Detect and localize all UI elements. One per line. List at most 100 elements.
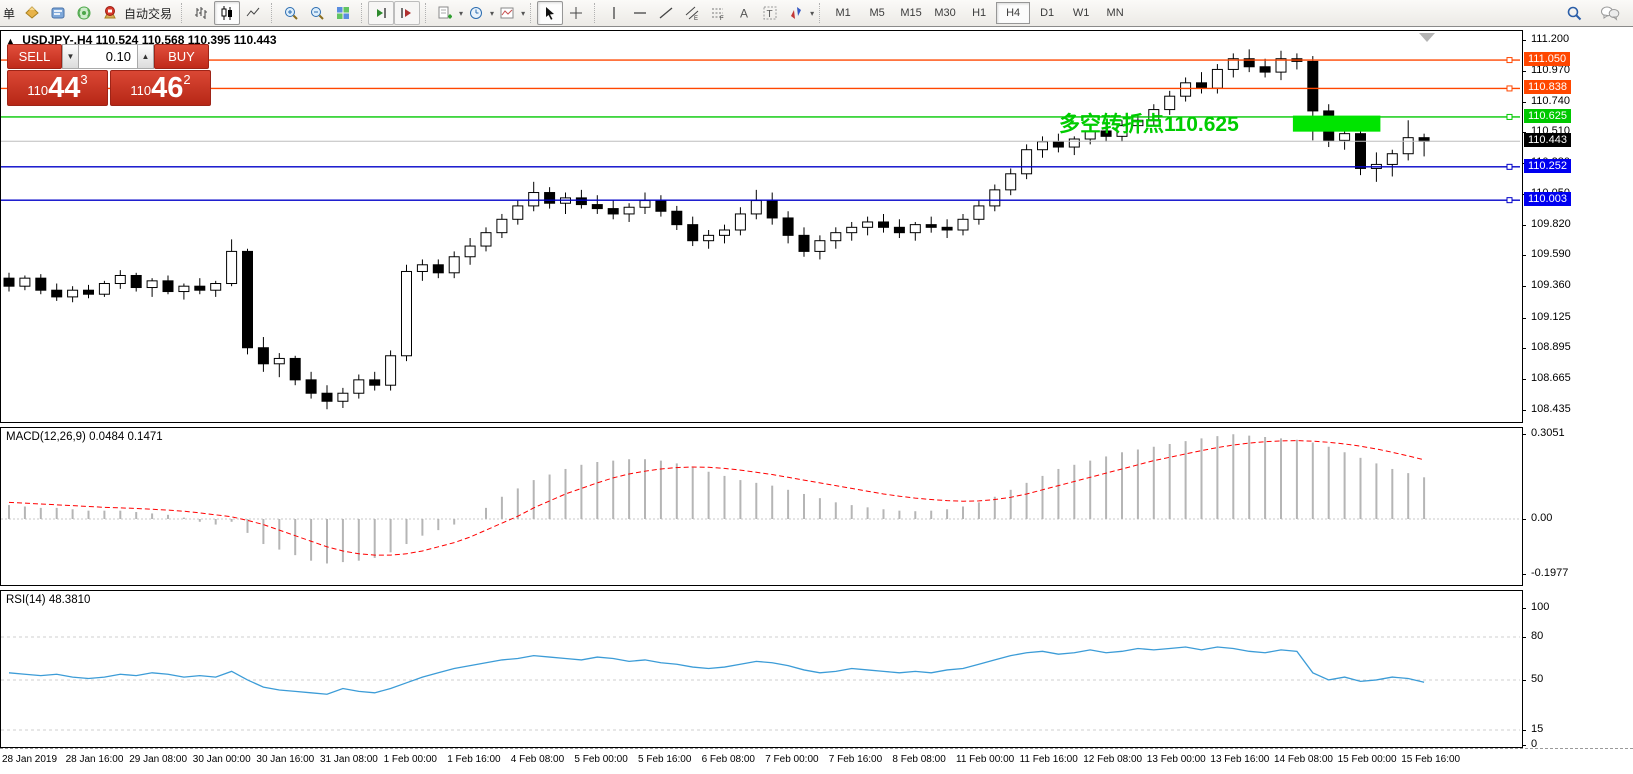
price-tick-label: 109.590 — [1531, 248, 1571, 260]
gold-icon[interactable] — [19, 1, 45, 25]
toolbar-separator — [819, 3, 821, 23]
price-tick-mark — [1522, 286, 1526, 287]
new-chart-button[interactable] — [432, 1, 458, 25]
template-button[interactable] — [494, 1, 520, 25]
price-axis[interactable]: 111.200110.970110.740110.510110.280110.0… — [1522, 28, 1633, 747]
timeframe-mn-button[interactable]: MN — [1098, 2, 1132, 24]
zoom-out-button[interactable] — [304, 1, 330, 25]
rsi-plot — [1, 591, 1520, 745]
fibonacci-tool-button[interactable]: F — [705, 1, 731, 25]
one-click-trading-panel: SELL ▼ ▲ BUY 110443 110462 — [7, 44, 215, 106]
time-axis-label: 8 Feb 08:00 — [892, 754, 945, 765]
sell-button[interactable]: SELL — [7, 44, 62, 69]
horizontal-line-tool-button[interactable] — [627, 1, 653, 25]
scroll-to-end-icon[interactable] — [1419, 33, 1435, 42]
macd-tick-label: 0.3051 — [1531, 427, 1565, 439]
timeframe-m1-button[interactable]: M1 — [826, 2, 860, 24]
crosshair-tool-button[interactable] — [563, 1, 589, 25]
time-axis-label: 5 Feb 16:00 — [638, 754, 691, 765]
metaeditor-icon[interactable] — [45, 1, 71, 25]
price-tick-mark — [1522, 379, 1526, 380]
volume-decrease-button[interactable]: ▼ — [62, 44, 79, 69]
main-chart-panel: ▲ USDJPY-,H4 110.524 110.568 110.395 110… — [0, 30, 1523, 423]
level-price-tag: 110.625 — [1524, 109, 1571, 123]
price-tick-mark — [1522, 318, 1526, 319]
signal-broadcast-icon[interactable] — [71, 1, 97, 25]
chart-shift-button[interactable] — [394, 1, 420, 25]
search-icon[interactable] — [1561, 1, 1587, 25]
price-tick-label: 109.360 — [1531, 279, 1571, 291]
time-axis-label: 13 Feb 16:00 — [1210, 754, 1269, 765]
mt4-window: 单 自动交易 — [0, 0, 1633, 774]
svg-text:A: A — [740, 7, 748, 21]
timeframe-d1-button[interactable]: D1 — [1030, 2, 1064, 24]
svg-text:F: F — [720, 16, 724, 21]
arrows-tool-button[interactable] — [783, 1, 809, 25]
volume-increase-button[interactable]: ▲ — [137, 44, 154, 69]
sell-price-tile[interactable]: 110443 — [7, 70, 108, 106]
macd-tick-mark — [1522, 434, 1526, 435]
time-axis-label: 7 Feb 00:00 — [765, 754, 818, 765]
toolbar-separator — [181, 3, 183, 23]
rsi-tick-label: 100 — [1531, 601, 1549, 613]
rsi-tick-mark — [1522, 745, 1526, 746]
auto-scroll-button[interactable] — [368, 1, 394, 25]
vertical-line-tool-button[interactable] — [601, 1, 627, 25]
price-tick-label: 110.740 — [1531, 95, 1570, 107]
svg-text:T: T — [767, 9, 773, 20]
timeframe-m5-button[interactable]: M5 — [860, 2, 894, 24]
time-axis-label: 15 Feb 00:00 — [1338, 754, 1397, 765]
cursor-tool-button[interactable] — [537, 1, 563, 25]
line-chart-type-button[interactable] — [240, 1, 266, 25]
autotrade-button[interactable]: 自动交易 — [124, 5, 172, 22]
bar-chart-type-button[interactable] — [188, 1, 214, 25]
time-axis-label: 31 Jan 08:00 — [320, 754, 378, 765]
pivot-annotation-text: 多空转折点110.625 — [1059, 108, 1239, 138]
volume-input[interactable] — [79, 44, 137, 69]
text-tool-button[interactable]: A — [731, 1, 757, 25]
new-order-button[interactable]: 单 — [3, 5, 15, 22]
timeframe-h1-button[interactable]: H1 — [962, 2, 996, 24]
timeframe-toolbar: M1M5M15M30H1H4D1W1MN — [826, 2, 1132, 24]
timeframe-m15-button[interactable]: M15 — [894, 2, 928, 24]
buy-price-tile[interactable]: 110462 — [110, 70, 211, 106]
price-tick-mark — [1522, 348, 1526, 349]
arrows-dropdown-icon[interactable]: ▾ — [810, 9, 814, 18]
buy-button[interactable]: BUY — [154, 44, 209, 69]
macd-plot — [1, 428, 1520, 583]
time-axis[interactable]: 28 Jan 201928 Jan 16:0029 Jan 08:0030 Ja… — [0, 748, 1633, 774]
timeframe-m30-button[interactable]: M30 — [928, 2, 962, 24]
level-price-tag: 110.003 — [1524, 192, 1571, 206]
period-clock-button[interactable] — [463, 1, 489, 25]
text-label-tool-button[interactable]: T — [757, 1, 783, 25]
price-tick-mark — [1522, 255, 1526, 256]
channel-tool-button[interactable]: E — [679, 1, 705, 25]
trendline-tool-button[interactable] — [653, 1, 679, 25]
autotrade-icon[interactable] — [97, 1, 123, 25]
time-axis-label: 14 Feb 08:00 — [1274, 754, 1333, 765]
candlestick-plot — [1, 31, 1520, 420]
tile-windows-button[interactable] — [330, 1, 356, 25]
time-axis-label: 7 Feb 16:00 — [829, 754, 882, 765]
toolbar-separator — [530, 3, 532, 23]
price-tick-label: 108.665 — [1531, 372, 1571, 384]
rsi-tick-label: 80 — [1531, 630, 1543, 642]
time-axis-label: 11 Feb 16:00 — [1020, 754, 1078, 765]
time-axis-label: 1 Feb 00:00 — [384, 754, 437, 765]
timeframe-h4-button[interactable]: H4 — [996, 2, 1030, 24]
rsi-label: RSI(14) 48.3810 — [6, 594, 90, 606]
price-tick-label: 111.200 — [1531, 33, 1569, 45]
toolbar-separator — [361, 3, 363, 23]
level-price-tag: 111.050 — [1524, 52, 1570, 66]
chat-icon[interactable] — [1597, 1, 1623, 25]
time-axis-label: 12 Feb 08:00 — [1083, 754, 1142, 765]
zoom-in-button[interactable] — [278, 1, 304, 25]
macd-tick-mark — [1522, 519, 1526, 520]
timeframe-w1-button[interactable]: W1 — [1064, 2, 1098, 24]
toolbar-separator — [271, 3, 273, 23]
template-dropdown-icon[interactable]: ▾ — [521, 9, 525, 18]
time-axis-label: 28 Jan 16:00 — [66, 754, 124, 765]
rsi-tick-label: 50 — [1531, 673, 1543, 685]
time-axis-label: 15 Feb 16:00 — [1401, 754, 1460, 765]
candlestick-chart-type-button[interactable] — [214, 1, 240, 25]
